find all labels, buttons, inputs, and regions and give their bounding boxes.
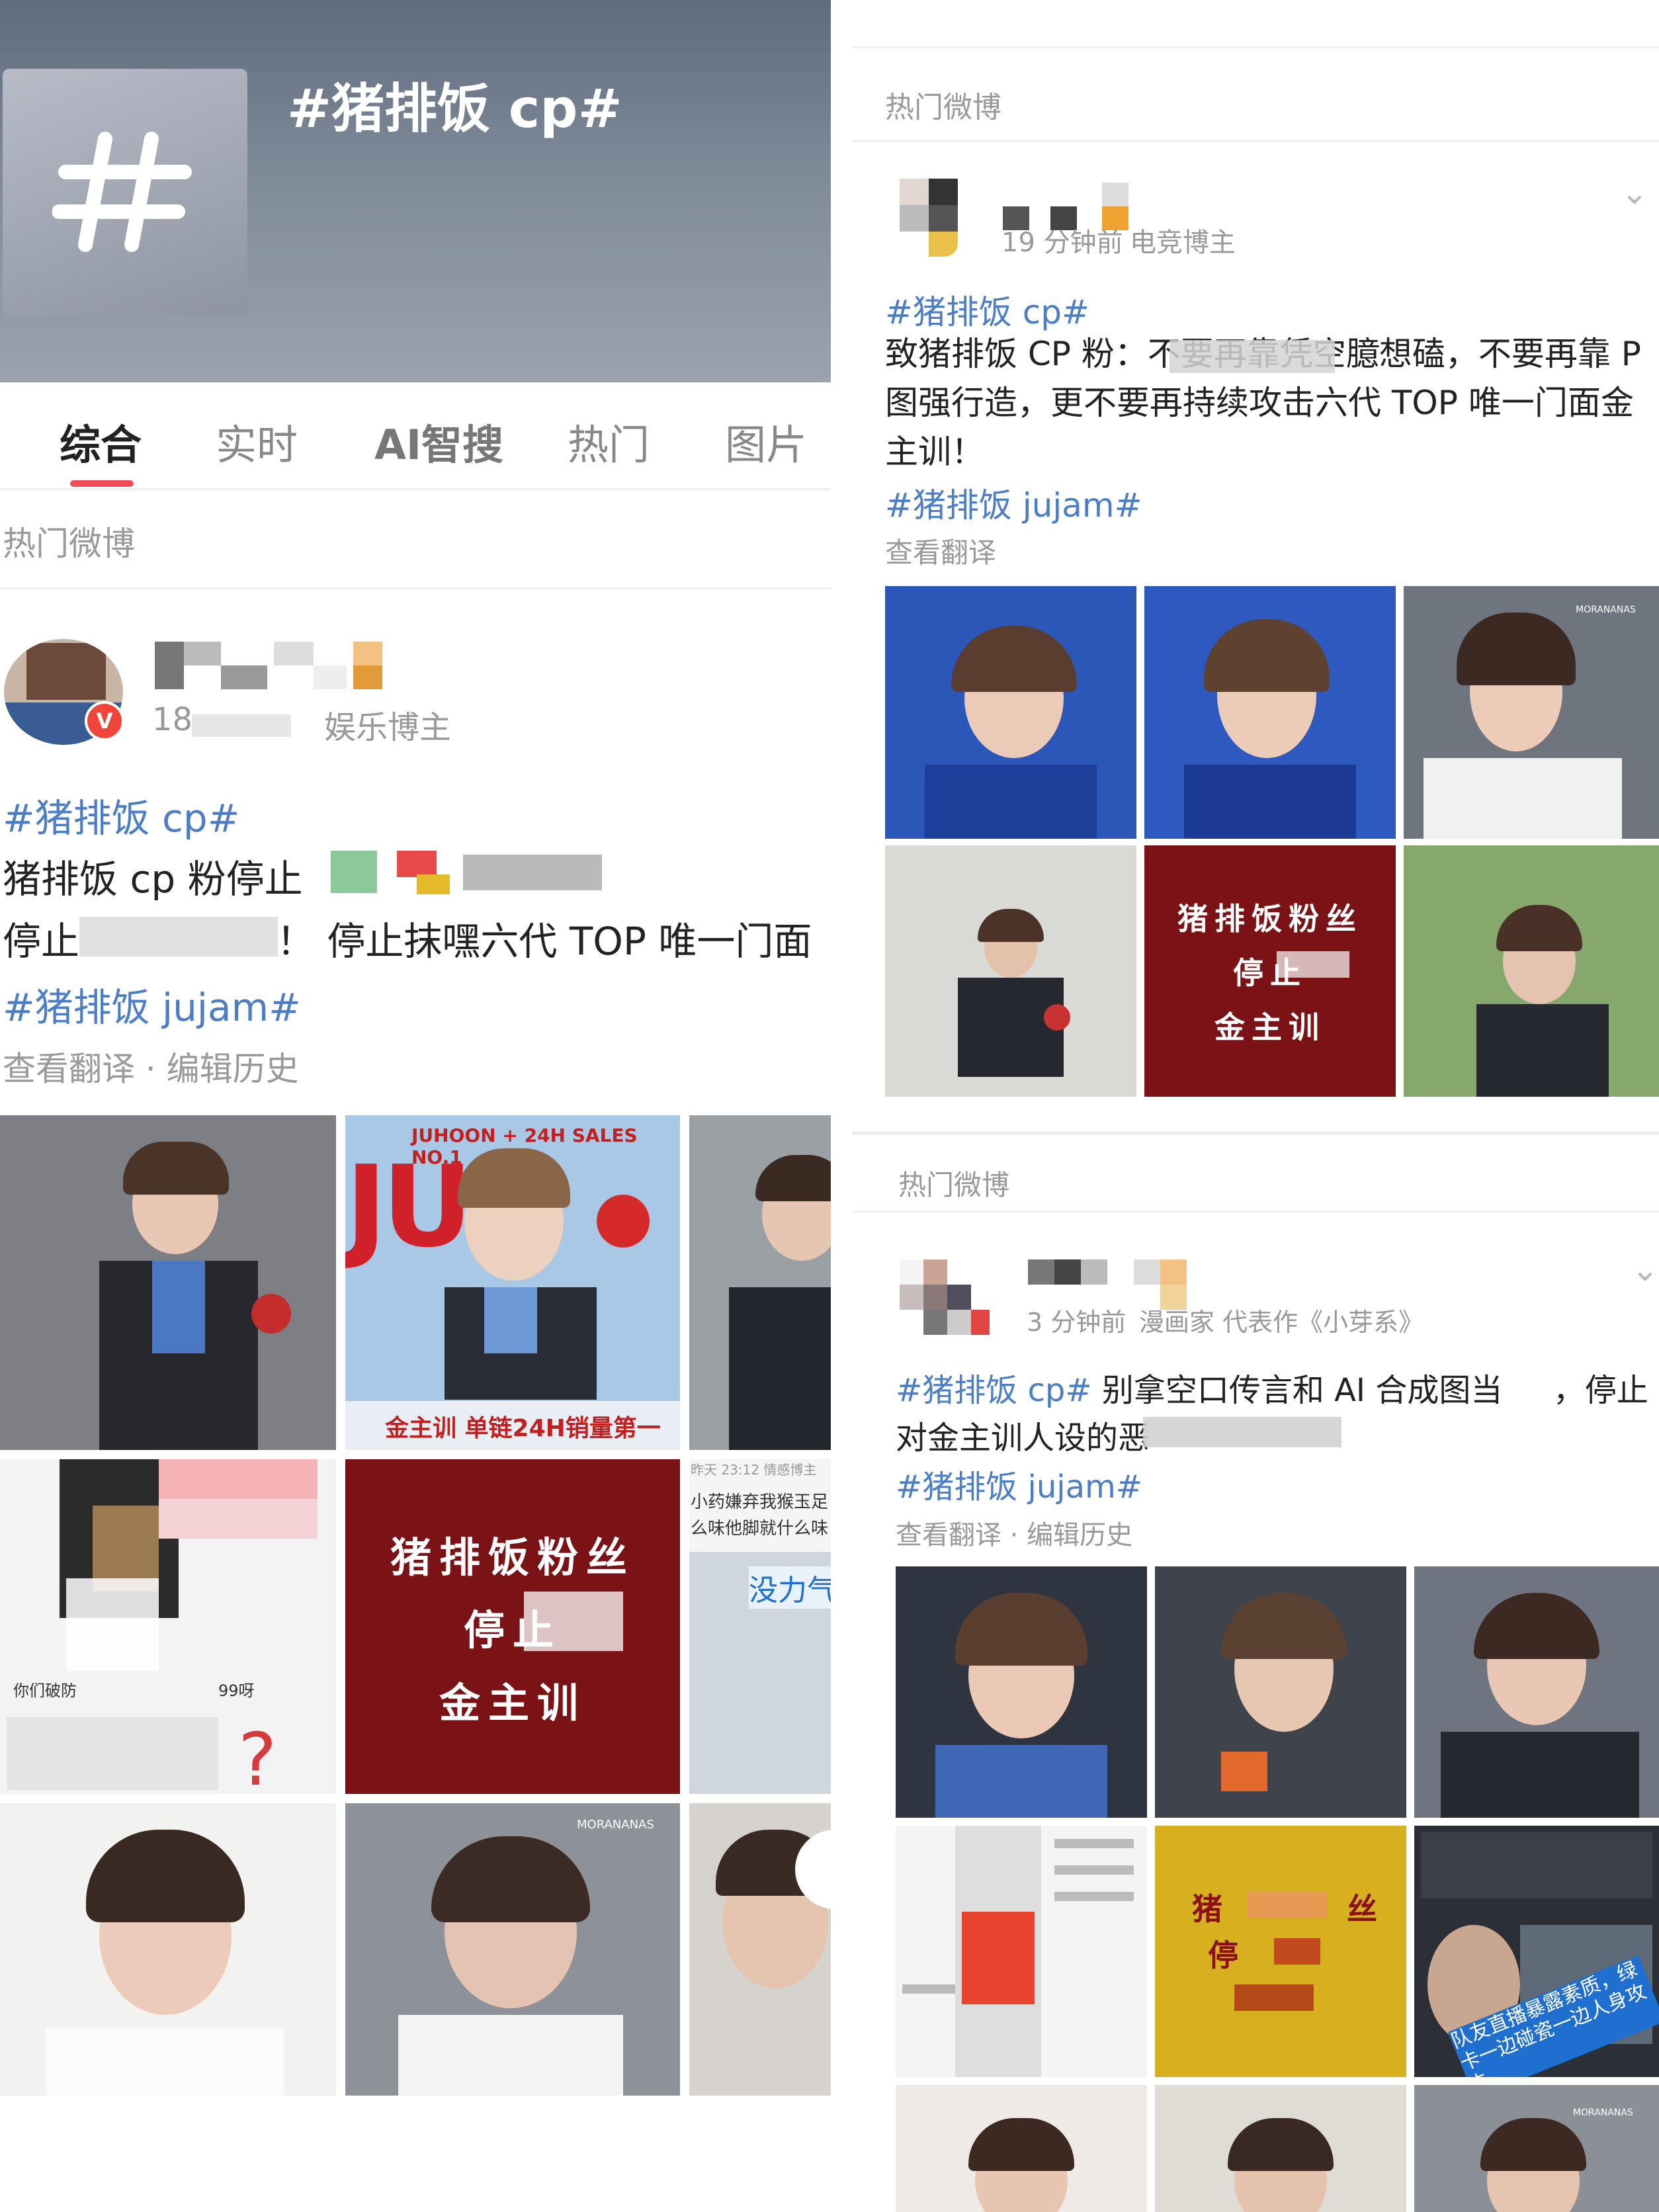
avatar[interactable]	[900, 179, 986, 257]
yellow-card-text: 丝	[1347, 1891, 1377, 1927]
watermark: MORANANAS	[1573, 2107, 1633, 2118]
post-image[interactable]	[1414, 1566, 1659, 1818]
redaction	[1143, 1417, 1341, 1447]
post-image[interactable]	[1155, 2085, 1406, 2212]
post-image[interactable]	[0, 1803, 336, 2096]
post-image[interactable]	[0, 1115, 336, 1450]
post-image[interactable]: MORANANAS	[1414, 2085, 1659, 2212]
watermark: MORANANAS	[1576, 605, 1636, 615]
yellow-card-text: 停	[1208, 1937, 1238, 1973]
chevron-down-icon[interactable]: ⌄	[1621, 173, 1648, 212]
post-hashtag[interactable]: #猪排饭 cp#	[3, 787, 239, 843]
post-image-screenshot[interactable]: 你们破防 99呀 ?	[0, 1459, 336, 1794]
post-text-line1: 猪排饭 cp 粉停止	[3, 857, 303, 902]
poster-caption: 金主训 单链24H销量第一	[385, 1415, 661, 1442]
post-text-line2: 对金主训人设的恶	[896, 1420, 1150, 1457]
red-card-line: 猪排饭粉丝	[1177, 901, 1363, 937]
post-image[interactable]	[896, 1566, 1147, 1818]
post-image[interactable]: MORANANAS	[345, 1803, 680, 2096]
post-image-red-card[interactable]: 猪排饭粉丝 停止 金主训	[345, 1459, 680, 1794]
post-image-screenshot[interactable]: 昨天 23:12 情感博主 小药嫌弃我猴玉足 么味他脚就什么味 没力气	[689, 1459, 831, 1794]
post-image[interactable]	[689, 1115, 831, 1450]
post-time: 3 分钟前	[1027, 1308, 1127, 1337]
right-screenshot: 热门微博 19 分钟前 电竞博主 ⌄ #猪排饭 cp# 致猪排饭 CP 粉：不要…	[852, 0, 1659, 2212]
post-image[interactable]	[1155, 1566, 1406, 1818]
post-image-yellow-card[interactable]: 猪 丝 停	[1155, 1826, 1406, 2077]
post-image-red-card[interactable]: 猪排饭粉丝 停止 金主训	[1144, 845, 1396, 1097]
red-card-line: 金主训	[1214, 1009, 1326, 1045]
tab-comprehensive[interactable]: 综合	[60, 411, 142, 471]
side-badge: 没力气	[749, 1566, 831, 1609]
divider	[0, 488, 831, 490]
tab-hot[interactable]: 热门	[568, 411, 650, 471]
side-text: 小药嫌弃我猴玉足	[691, 1492, 829, 1512]
post-text-line1: #猪排饭 cp# 别拿空口传言和 AI 合成图当 ，停止	[896, 1364, 1648, 1410]
hash-icon	[3, 69, 247, 315]
tab-ai-search[interactable]: AI智搜	[374, 411, 503, 471]
avatar[interactable]	[900, 1259, 992, 1336]
redaction	[1170, 340, 1335, 373]
comment-text: 你们破防	[13, 1681, 77, 1700]
gutter	[831, 0, 852, 2212]
author-role: 娱乐博主	[324, 709, 452, 746]
post-hashtag[interactable]: #猪排饭 cp#	[885, 286, 1089, 333]
post-time: 18	[152, 701, 193, 738]
watermark: MORANANAS	[577, 1818, 654, 1832]
divider	[852, 1131, 1659, 1135]
post-hashtag[interactable]: #猪排饭 jujam#	[885, 479, 1142, 527]
chevron-down-icon[interactable]: ⌄	[1631, 1250, 1659, 1289]
post-text-line2-end: ！ 停止抹嘿六代 TOP 唯一门面	[276, 919, 812, 964]
post-hashtag[interactable]: #猪排饭 jujam#	[3, 976, 301, 1032]
post-image[interactable]	[896, 2085, 1147, 2212]
post-image[interactable]: MORANANAS	[1404, 586, 1659, 839]
side-time: 昨天 23:12 情感博主	[691, 1462, 817, 1478]
post-image-screenshot[interactable]: 队友直播暴露素质，绿卡一边碰瓷一边人身攻击	[1414, 1826, 1659, 2077]
side-text: 么味他脚就什么味	[691, 1519, 829, 1539]
left-screenshot: #猪排饭 cp# 综合 实时 AI智搜 热门 图片 热门微博 V 18 娱乐博主…	[0, 0, 831, 2212]
topic-title: #猪排饭 cp#	[287, 78, 622, 140]
post-text: ，停止	[1553, 1372, 1648, 1409]
post-time: 19 分钟前	[1001, 228, 1123, 258]
translate-link[interactable]: 查看翻译 · 编辑历史	[896, 1513, 1132, 1552]
tab-images[interactable]: 图片	[725, 411, 807, 471]
post-image-screenshot[interactable]	[896, 1826, 1147, 2077]
divider	[0, 587, 831, 589]
post-image-poster[interactable]: JUHOON + 24H SALES NO.1 JU 金主训 单链24H销量第一	[345, 1115, 680, 1450]
tab-realtime[interactable]: 实时	[216, 411, 298, 471]
redaction	[79, 917, 278, 957]
section-label: 热门微博	[898, 1169, 1010, 1201]
post-image[interactable]	[689, 1803, 831, 2096]
username-redacted	[155, 642, 386, 695]
author-role: 电竞博主	[1130, 228, 1236, 258]
divider	[852, 46, 1659, 48]
comment-text: 99呀	[218, 1681, 255, 1700]
section-label: 热门微博	[885, 91, 1001, 124]
section-label: 热门微博	[3, 525, 135, 563]
translate-link[interactable]: 查看翻译 · 编辑历史	[3, 1042, 299, 1090]
post-image[interactable]	[885, 586, 1136, 839]
yellow-card-text: 猪	[1192, 1891, 1222, 1927]
post-text-line2-start: 停止	[3, 919, 80, 964]
post-image[interactable]	[1404, 845, 1659, 1097]
post-image[interactable]	[885, 845, 1136, 1097]
redaction	[331, 851, 609, 898]
verified-icon: V	[85, 701, 124, 741]
post-text: 别拿空口传言和 AI 合成图当	[1101, 1372, 1503, 1409]
post-image[interactable]	[1144, 586, 1396, 839]
post-hashtag[interactable]: #猪排饭 cp#	[896, 1372, 1092, 1409]
active-tab-indicator	[70, 480, 134, 487]
tab-bar: 综合 实时 AI智搜 热门 图片	[0, 382, 831, 488]
post-hashtag[interactable]: #猪排饭 jujam#	[896, 1461, 1142, 1507]
translate-link[interactable]: 查看翻译	[885, 531, 996, 571]
red-card-line: 金主训	[439, 1679, 586, 1727]
red-card-line: 猪排饭粉丝	[390, 1533, 635, 1582]
redaction	[192, 714, 291, 737]
divider	[852, 1211, 1659, 1212]
topic-header: #猪排饭 cp#	[0, 0, 831, 382]
author-role: 漫画家 代表作《小芽系》	[1139, 1308, 1424, 1337]
divider	[852, 140, 1659, 142]
